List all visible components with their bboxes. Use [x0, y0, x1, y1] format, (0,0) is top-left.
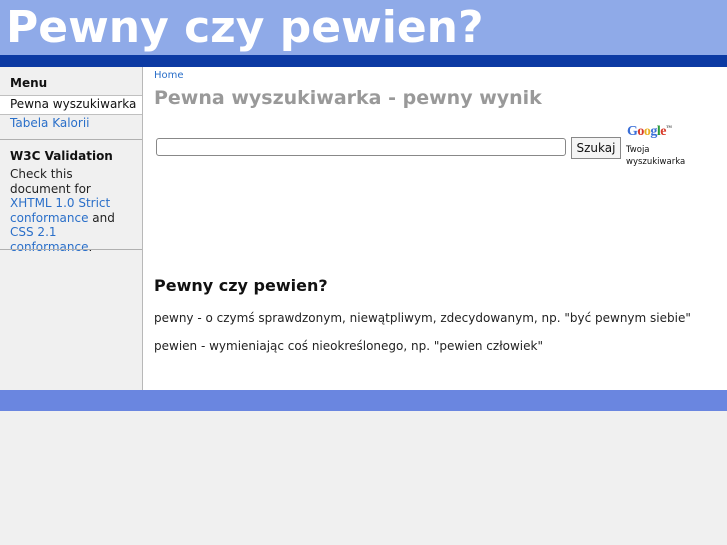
- google-logo-letter: G: [627, 124, 638, 139]
- w3c-text-part: and: [88, 210, 115, 225]
- main-content: Home Pewna wyszukiwarka - pewny wynik Sz…: [143, 67, 727, 390]
- menu-heading: Menu: [10, 76, 48, 90]
- menu-item-pewna-wyszukiwarka[interactable]: Pewna wyszukiwarka: [0, 95, 142, 114]
- menu-list: Pewna wyszukiwarka Tabela Kalorii: [0, 95, 142, 133]
- search-input[interactable]: [156, 138, 566, 156]
- w3c-text: Check this document for XHTML 1.0 Strict…: [10, 167, 136, 254]
- menu-item-tabela-kalorii[interactable]: Tabela Kalorii: [0, 114, 142, 133]
- site-header: Pewny czy pewien?: [0, 0, 727, 55]
- site-title: Pewny czy pewien?: [6, 2, 484, 53]
- header-bar: [0, 55, 727, 67]
- section-heading: Pewny czy pewien?: [154, 276, 328, 295]
- w3c-text-part: .: [88, 239, 93, 254]
- page-title: Pewna wyszukiwarka - pewny wynik: [154, 87, 542, 109]
- divider: [0, 249, 142, 250]
- definition-pewien: pewien - wymieniając coś nieokreślonego,…: [154, 339, 543, 353]
- google-caption: Twoja wyszukiwarka: [626, 145, 686, 167]
- menu-item-label: Pewna wyszukiwarka: [10, 97, 137, 111]
- trademark: ™: [666, 125, 672, 132]
- divider: [0, 139, 142, 140]
- w3c-text-part: Check this document for: [10, 167, 91, 196]
- google-logo: Google™: [627, 124, 672, 140]
- menu-item-link[interactable]: Tabela Kalorii: [10, 116, 90, 130]
- sidebar: Menu Pewna wyszukiwarka Tabela Kalorii W…: [0, 67, 143, 390]
- search-button[interactable]: Szukaj: [571, 137, 621, 159]
- w3c-heading: W3C Validation: [10, 149, 113, 163]
- footer-bar: [0, 390, 727, 411]
- breadcrumb-home[interactable]: Home: [154, 70, 184, 81]
- definition-pewny: pewny - o czymś sprawdzonym, niewątpliwy…: [154, 311, 691, 325]
